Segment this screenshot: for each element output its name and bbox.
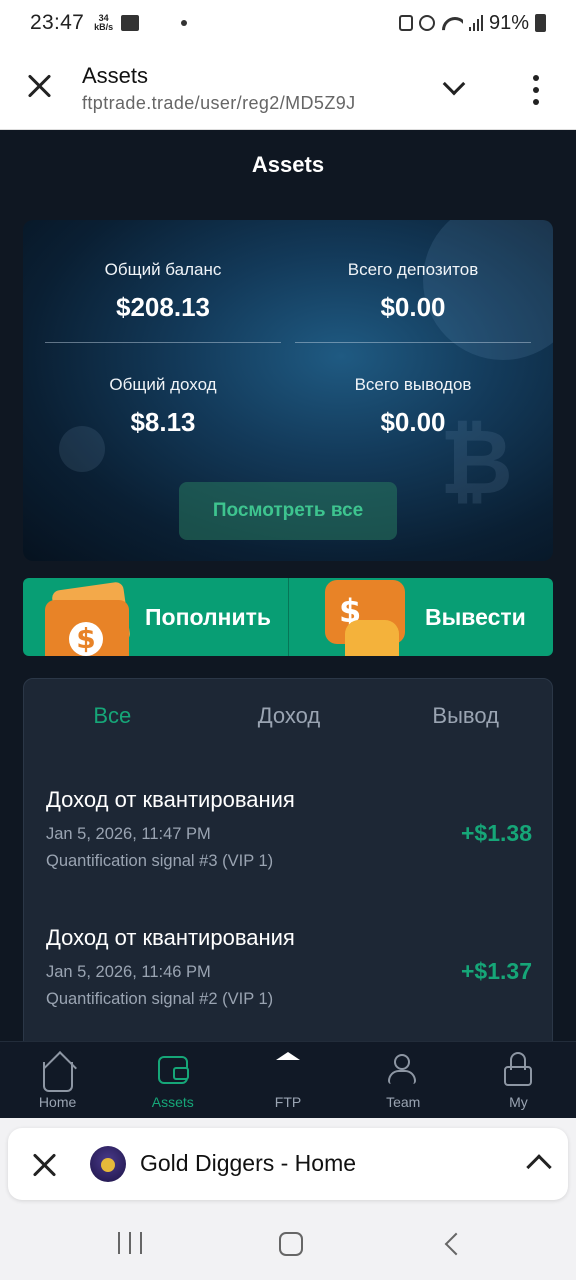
chevron-down-icon[interactable]: [442, 72, 466, 100]
transaction-tabs: Все Доход Вывод: [24, 703, 554, 737]
image-icon: [121, 15, 140, 31]
system-navigation: [0, 1220, 576, 1270]
notification-dot-icon: [181, 20, 188, 26]
total-balance: Общий баланс $208.13: [45, 260, 281, 323]
status-bar: 23:47 34 kB/s 91%: [0, 0, 576, 46]
tab-all[interactable]: Все: [24, 703, 201, 737]
transaction-title: Доход от квантирования: [46, 925, 295, 950]
total-withdrawals: Всего выводов $0.00: [295, 375, 531, 438]
transaction-amount: +$1.38: [461, 820, 532, 846]
battery-percent: 91%: [488, 11, 529, 34]
app-logo-icon: [90, 1146, 126, 1182]
custom-tab-title: Gold Diggers - Home: [140, 1150, 357, 1176]
recent-apps-icon[interactable]: [118, 1232, 142, 1254]
close-icon[interactable]: [26, 72, 54, 100]
nav-team[interactable]: Team: [346, 1042, 461, 1118]
transaction-description: Quantification signal #3 (VIP 1): [46, 852, 274, 870]
home-icon: [42, 1051, 77, 1092]
home-button-icon[interactable]: [279, 1232, 303, 1256]
total-balance-label: Общий баланс: [104, 260, 222, 279]
list-item[interactable]: Доход от квантирования Jan 5, 2026, 11:4…: [24, 925, 554, 1055]
total-income-label: Общий доход: [109, 375, 217, 394]
nav-ftp[interactable]: FTP: [230, 1042, 345, 1118]
ftp-icon: [272, 1052, 304, 1084]
total-withdrawals-value: $0.00: [380, 407, 446, 437]
action-row: $ Пополнить $ Вывести: [23, 578, 553, 656]
browser-toolbar: Assets ftptrade.trade/user/reg2/MD5Z9J: [0, 46, 576, 130]
tab-withdrawal[interactable]: Вывод: [377, 703, 554, 737]
more-menu-icon[interactable]: [532, 75, 540, 105]
bottom-nav: Home Assets FTP Team My: [0, 1041, 576, 1118]
total-balance-value: $208.13: [116, 292, 210, 322]
chevron-up-icon[interactable]: [526, 1154, 552, 1180]
tab-income[interactable]: Доход: [201, 703, 378, 737]
transaction-description: Quantification signal #2 (VIP 1): [46, 990, 274, 1008]
nav-assets[interactable]: Assets: [115, 1042, 230, 1118]
transaction-amount: +$1.37: [461, 958, 532, 984]
list-item[interactable]: Доход от квантирования Jan 5, 2026, 11:4…: [24, 787, 554, 917]
alarm-icon: [418, 15, 435, 31]
deposit-label: Пополнить: [145, 604, 271, 630]
view-all-button[interactable]: Посмотреть все: [179, 482, 397, 540]
back-icon[interactable]: [444, 1232, 468, 1256]
total-deposits: Всего депозитов $0.00: [295, 260, 531, 323]
transaction-date: Jan 5, 2026, 11:47 PM: [46, 825, 211, 843]
status-time: 23:47: [30, 11, 85, 34]
divider: [45, 342, 281, 343]
transaction-date: Jan 5, 2026, 11:46 PM: [46, 963, 211, 981]
nav-home[interactable]: Home: [0, 1042, 115, 1118]
divider: [295, 342, 531, 343]
browser-url[interactable]: ftptrade.trade/user/reg2/MD5Z9J: [82, 93, 356, 114]
wallet-icon: [157, 1052, 189, 1084]
wifi-icon: [441, 15, 463, 31]
page-title: Assets: [251, 152, 325, 177]
browser-title: Assets: [82, 63, 149, 88]
network-speed-unit: kB/s: [94, 22, 114, 32]
nav-home-label: Home: [38, 1094, 77, 1110]
total-income: Общий доход $8.13: [45, 375, 281, 438]
team-icon: [387, 1052, 419, 1084]
cash-hand-icon: $: [325, 580, 409, 656]
total-withdrawals-label: Всего выводов: [354, 375, 472, 394]
transaction-title: Доход от квантирования: [46, 787, 295, 812]
battery-icon: [535, 14, 546, 32]
nav-team-label: Team: [386, 1094, 421, 1110]
wallet-dollar-icon: $: [45, 581, 131, 656]
nav-my-label: My: [509, 1094, 528, 1110]
deposit-button[interactable]: $ Пополнить: [23, 578, 288, 656]
total-deposits-label: Всего депозитов: [347, 260, 479, 279]
user-icon: [502, 1052, 534, 1086]
nav-my[interactable]: My: [461, 1042, 576, 1118]
total-income-value: $8.13: [130, 407, 196, 437]
balance-card: ₿ Общий баланс $208.13 Всего депозитов $…: [23, 220, 553, 561]
total-deposits-value: $0.00: [380, 292, 446, 322]
close-icon[interactable]: [32, 1152, 58, 1178]
withdraw-button[interactable]: $ Вывести: [288, 578, 553, 656]
withdraw-label: Вывести: [425, 604, 526, 630]
network-speed: 34 kB/s: [94, 14, 113, 32]
custom-tab-bar[interactable]: Gold Diggers - Home: [8, 1128, 568, 1200]
app-content: Assets ₿ Общий баланс $208.13 Всего депо…: [0, 130, 576, 1118]
signal-icon: [468, 15, 483, 31]
status-right: 91%: [398, 11, 546, 35]
nav-ftp-label: FTP: [274, 1094, 302, 1110]
nav-assets-label: Assets: [151, 1094, 194, 1110]
lock-icon: [398, 15, 413, 31]
